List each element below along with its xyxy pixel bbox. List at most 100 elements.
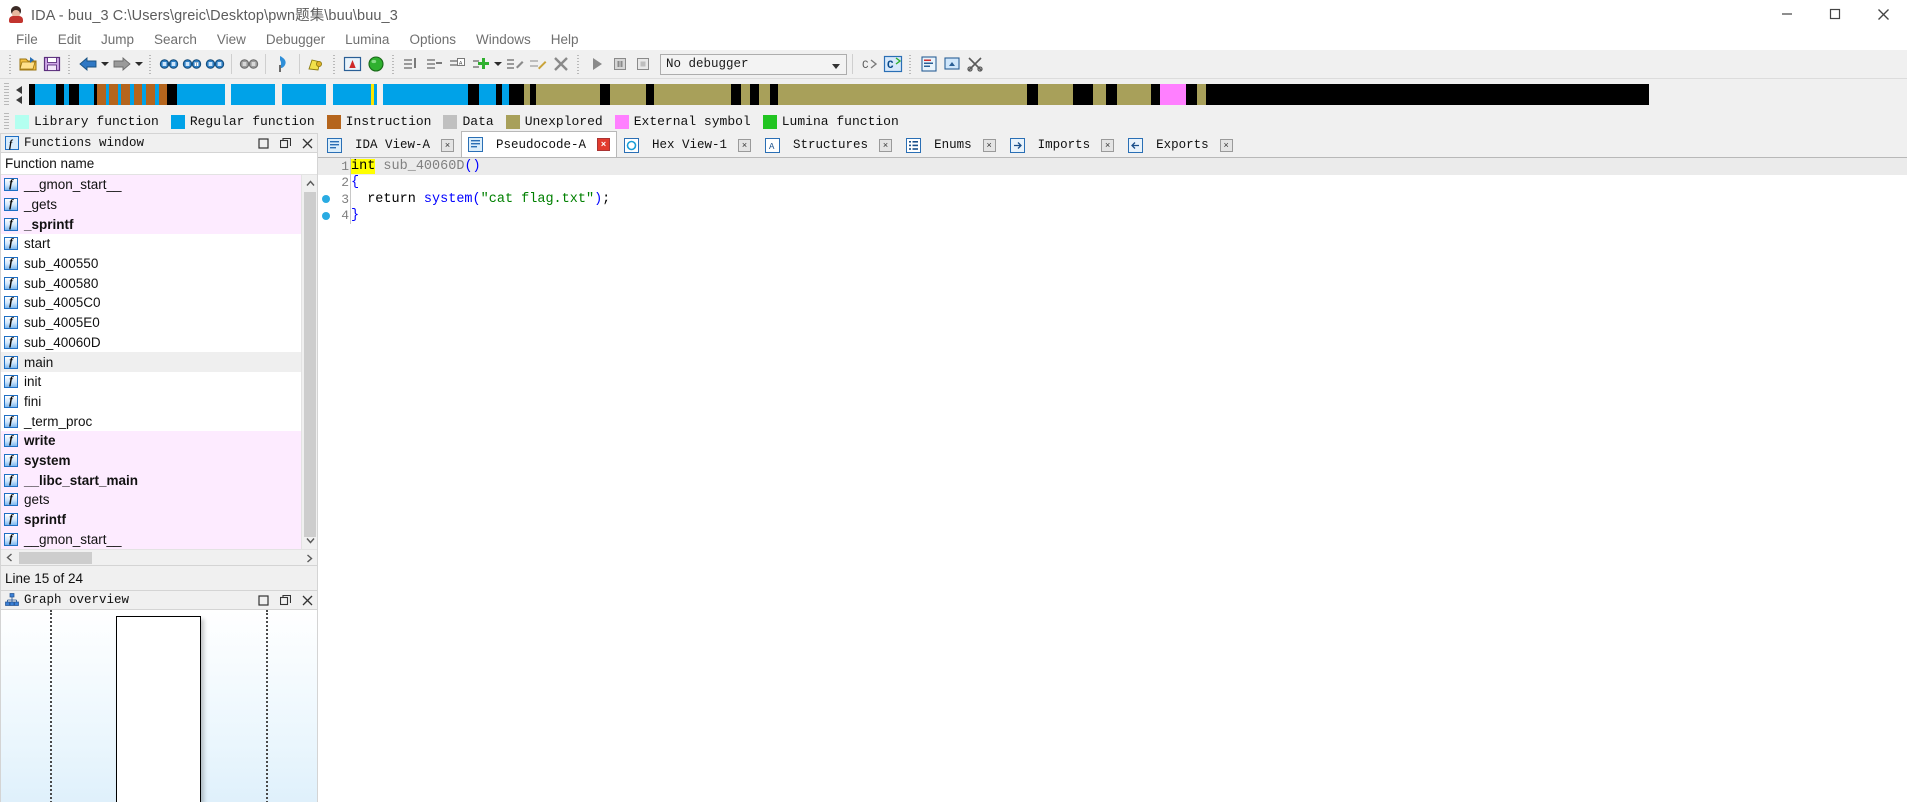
add-plus-icon[interactable] — [469, 53, 492, 76]
maximize-icon[interactable] — [1811, 0, 1859, 28]
minimize-icon[interactable] — [1763, 0, 1811, 28]
table-row[interactable]: f __libc_start_main — [1, 470, 301, 490]
back-dropdown-icon[interactable] — [99, 53, 110, 76]
graph-overview-canvas[interactable] — [0, 609, 318, 802]
menu-item-search[interactable]: Search — [144, 30, 207, 49]
maximize-panel-icon[interactable] — [255, 592, 271, 608]
float-panel-icon[interactable] — [277, 592, 293, 608]
table-row[interactable]: f __gmon_start__ — [1, 175, 301, 195]
search-binary-icon[interactable] — [157, 53, 180, 76]
table-row[interactable]: f write — [1, 430, 301, 451]
navigator-band[interactable] — [29, 84, 1907, 105]
run-to-cursor-icon[interactable] — [364, 53, 387, 76]
add-code-icon[interactable]: A — [446, 53, 469, 76]
menu-item-help[interactable]: Help — [541, 30, 589, 49]
tab-close-icon[interactable]: × — [738, 138, 752, 152]
lumina-push-icon[interactable] — [940, 53, 963, 76]
menu-item-lumina[interactable]: Lumina — [335, 30, 399, 49]
tab-close-icon[interactable]: × — [597, 138, 611, 151]
table-row[interactable]: f gets — [1, 490, 301, 510]
tab-structures[interactable]: A Structures × — [758, 132, 899, 157]
blue-flag-icon[interactable] — [271, 53, 294, 76]
table-row[interactable]: f main — [1, 352, 301, 372]
functions-list[interactable]: f __gmon_start__ f _gets f _sprintf f start f sub… — [1, 175, 301, 549]
lumina-cut-icon[interactable] — [963, 53, 986, 76]
menu-item-jump[interactable]: Jump — [91, 30, 144, 49]
search-next-icon[interactable] — [203, 53, 226, 76]
forward-dropdown-icon[interactable] — [133, 53, 144, 76]
c-plugin-icon[interactable]: C — [881, 53, 904, 76]
code-line[interactable]: 4} — [318, 207, 1907, 224]
tab-close-icon[interactable]: × — [982, 138, 996, 152]
functions-table-header[interactable]: Function name — [1, 153, 317, 175]
back-icon[interactable] — [76, 53, 99, 76]
search-text-icon[interactable]: T — [180, 53, 203, 76]
table-row[interactable]: f _term_proc — [1, 411, 301, 431]
open-file-icon[interactable] — [17, 53, 40, 76]
maximize-panel-icon[interactable] — [255, 135, 271, 151]
legend-grip[interactable] — [4, 112, 9, 131]
scroll-up-icon[interactable] — [302, 175, 318, 192]
tab-exports[interactable]: Exports × — [1121, 132, 1240, 157]
stop-icon[interactable] — [631, 53, 654, 76]
float-panel-icon[interactable] — [277, 135, 293, 151]
functions-scroll-thumb[interactable] — [304, 192, 316, 537]
forward-icon[interactable] — [110, 53, 133, 76]
add-breakpoint-icon[interactable] — [400, 53, 423, 76]
table-row[interactable]: f sub_400580 — [1, 273, 301, 294]
menu-item-windows[interactable]: Windows — [466, 30, 541, 49]
edit-func-icon[interactable] — [503, 53, 526, 76]
table-row[interactable]: f sub_40060D — [1, 332, 301, 353]
menu-item-options[interactable]: Options — [399, 30, 466, 49]
tab-enums[interactable]: Enums × — [899, 132, 1003, 157]
tab-imports[interactable]: Imports × — [1003, 132, 1122, 157]
toolbar-grip-7[interactable] — [908, 53, 913, 75]
scroll-right-icon[interactable] — [301, 550, 317, 567]
table-row[interactable]: f sub_4005C0 — [1, 293, 301, 313]
table-row[interactable]: f __gmon_start__ — [1, 529, 301, 549]
tab-close-icon[interactable]: × — [1219, 138, 1233, 152]
delete-x-icon[interactable] — [549, 53, 572, 76]
close-panel-icon[interactable] — [299, 135, 315, 151]
table-row[interactable]: f _sprintf — [1, 214, 301, 235]
table-row[interactable]: f fini — [1, 391, 301, 412]
code-line[interactable]: 3 return system("cat flag.txt"); — [318, 191, 1907, 208]
breakpoint-dot-icon[interactable] — [318, 211, 334, 220]
navigator-grip[interactable] — [4, 82, 9, 107]
breakpoint-dot-icon[interactable] — [318, 195, 334, 204]
functions-vertical-scrollbar[interactable] — [301, 175, 317, 549]
toolbar-grip-2[interactable] — [67, 53, 72, 75]
c-decompile-icon[interactable]: C — [858, 53, 881, 76]
scroll-left-icon[interactable] — [1, 549, 17, 566]
navigator-left-arrows[interactable] — [13, 82, 25, 108]
scroll-down-icon[interactable] — [302, 532, 318, 549]
tab-close-icon[interactable]: × — [441, 138, 455, 152]
del-breakpoint-icon[interactable] — [423, 53, 446, 76]
menu-item-edit[interactable]: Edit — [48, 30, 91, 49]
toolbar-grip[interactable] — [8, 53, 13, 75]
code-line[interactable]: 1 int sub_40060D() — [318, 158, 1907, 175]
run-icon[interactable] — [585, 53, 608, 76]
table-row[interactable]: f start — [1, 234, 301, 254]
tab-hex-view-1[interactable]: Hex View-1 × — [617, 132, 758, 157]
menu-item-debugger[interactable]: Debugger — [256, 30, 335, 49]
pseudocode-view[interactable]: 1 int sub_40060D() 2{3 return system("cat … — [318, 158, 1907, 802]
toolbar-grip-4[interactable] — [332, 53, 337, 75]
tab-close-icon[interactable]: × — [1101, 138, 1115, 152]
table-row[interactable]: f sub_400550 — [1, 253, 301, 274]
add-plus-dropdown-icon[interactable] — [492, 53, 503, 76]
debugger-select[interactable]: No debugger — [660, 53, 847, 75]
search-prev-icon[interactable] — [237, 53, 260, 76]
undefine-icon[interactable] — [526, 53, 549, 76]
ida-view-icon[interactable] — [341, 53, 364, 76]
save-file-icon[interactable] — [40, 53, 63, 76]
table-row[interactable]: f _gets — [1, 194, 301, 215]
tab-pseudocode-a[interactable]: Pseudocode-A × — [461, 131, 618, 157]
close-icon[interactable] — [1859, 0, 1907, 28]
menu-item-file[interactable]: File — [6, 30, 48, 49]
table-row[interactable]: f sub_4005E0 — [1, 312, 301, 333]
toolbar-grip-6[interactable] — [576, 53, 581, 75]
toolbar-grip-3[interactable] — [148, 53, 153, 75]
table-row[interactable]: f init — [1, 371, 301, 392]
toolbar-grip-5[interactable] — [391, 53, 396, 75]
